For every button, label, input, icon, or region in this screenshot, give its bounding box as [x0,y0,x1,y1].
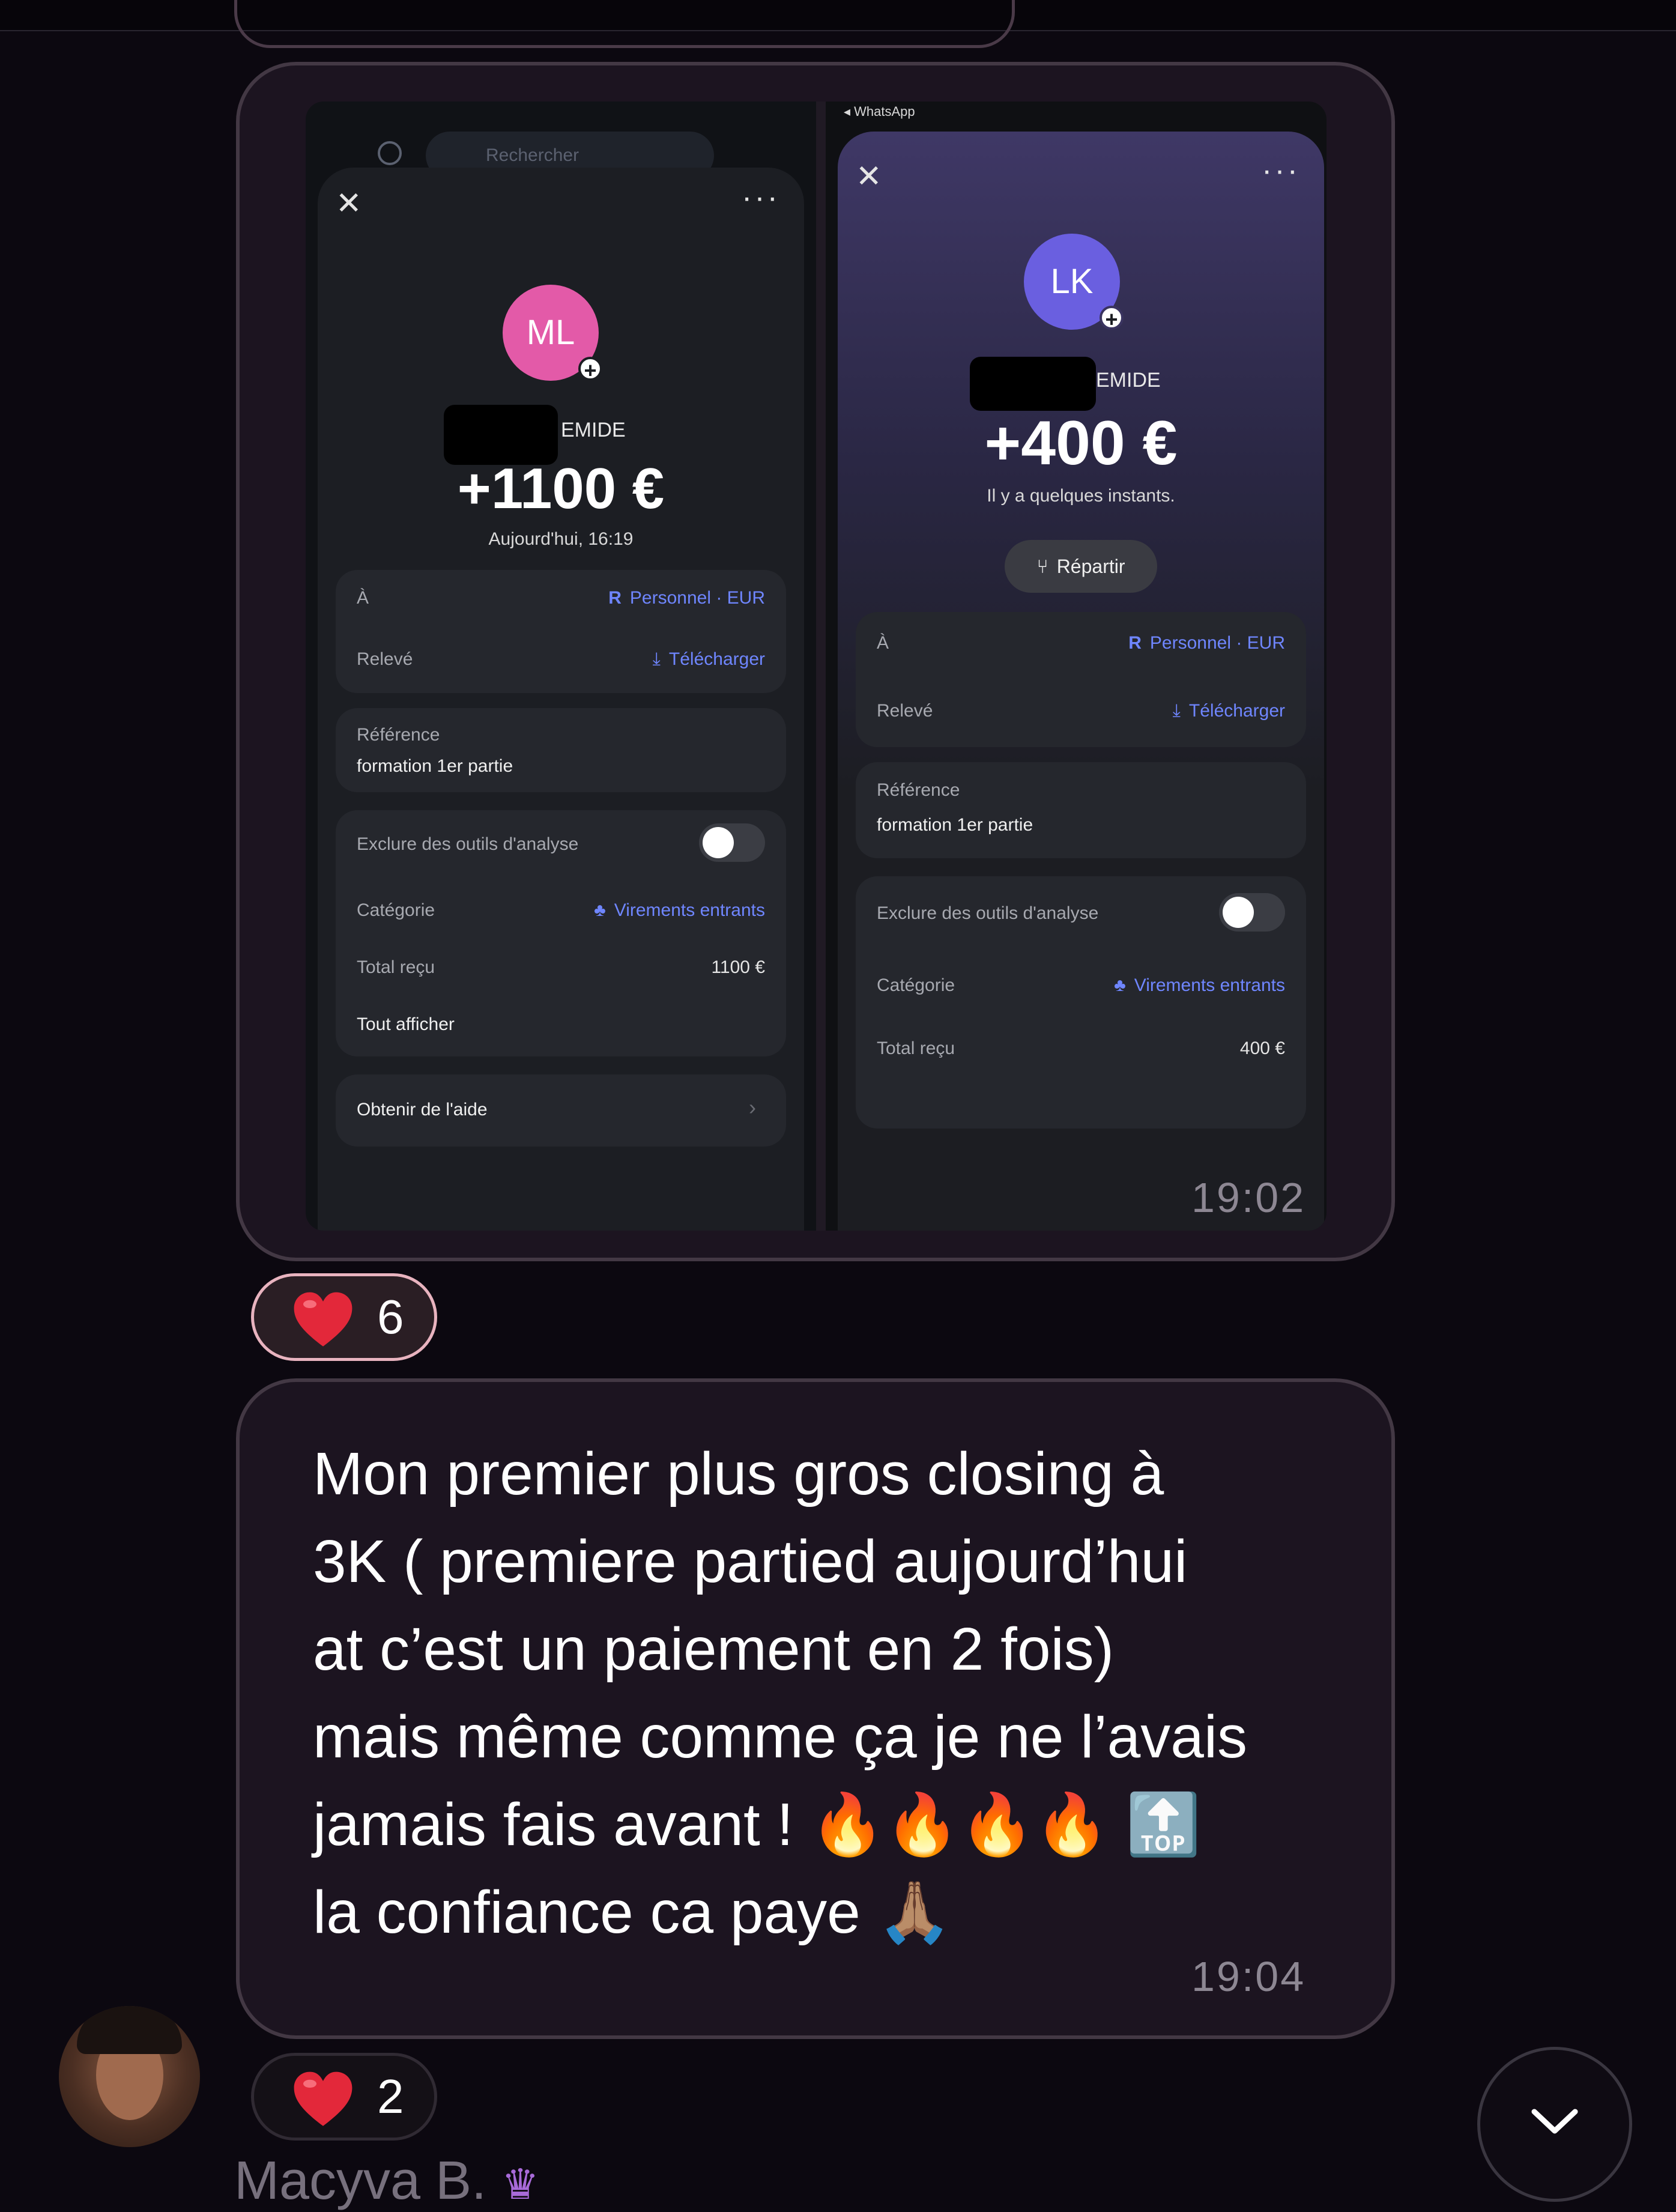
status-bar [306,102,816,123]
close-icon: ✕ [856,159,882,194]
avatar-initials: LK [1050,262,1094,301]
close-icon: ✕ [336,186,362,221]
transaction-sheet: ✕ ··· ML + EMIDE +1100 € Aujourd'hui, 16… [318,168,804,1231]
help-label: Obtenir de l'aide [357,1100,488,1120]
download-icon: ⤓ [652,649,661,669]
status-app: ◂ WhatsApp [844,104,915,119]
reference-value: formation 1er partie [357,756,513,776]
category-label: Catégorie [357,900,435,920]
next-sender-name: Macyva B. ♛ [234,2151,539,2211]
download-link: ⤓ Télécharger [652,649,765,669]
total-value: 1100 € [711,957,765,977]
reference-card: Référence formation 1er partie [856,762,1306,858]
category-icon: ♣ [594,900,606,920]
reference-label: Référence [357,725,440,745]
avatar: ML + [503,285,602,382]
heart-icon [294,2071,352,2126]
to-label: À [357,588,369,608]
message-time: 19:02 [1191,1174,1306,1221]
category-label: Catégorie [877,975,955,995]
add-icon: + [578,357,602,382]
exclude-label: Exclure des outils d'analyse [357,834,579,854]
category-value: ♣ Virements entrants [594,900,765,920]
total-label: Total reçu [357,957,435,977]
exclude-label: Exclure des outils d'analyse [877,903,1099,923]
text-message-bubble[interactable]: Mon premier plus gros closing à 3K ( pre… [236,1378,1395,2039]
avatar-hair [77,2006,182,2054]
amount: +400 € [984,408,1178,478]
statement-label: Relevé [877,701,933,721]
statement-label: Relevé [357,649,413,669]
search-placeholder: Rechercher [486,145,579,165]
split-button: ⑂ Répartir [1005,540,1157,593]
transaction-date: Il y a quelques instants. [987,486,1175,506]
avatar-initials: ML [526,313,575,352]
avatar[interactable] [59,2006,200,2147]
amount: +1100 € [457,456,665,521]
screenshot-right: ◂ WhatsApp ✕ ··· LK + EMIDE +400 € Il y … [826,102,1327,1231]
reaction-heart[interactable]: 6 [251,1273,437,1361]
add-icon: + [1100,306,1124,331]
avatar: LK + [1024,234,1124,331]
total-label: Total reçu [877,1038,955,1058]
account-card: À R Personnel · EUR Relevé ⤓ Télécharger [336,570,786,693]
show-all: Tout afficher [357,1014,455,1034]
reference-label: Référence [877,780,960,800]
screenshot-left: Rechercher ✕ ··· ML + EMIDE +1100 € Aujo… [306,102,816,1231]
help-card: Obtenir de l'aide › [336,1074,786,1147]
download-icon: ⤓ [1172,701,1181,721]
chevron-right-icon: › [749,1095,756,1120]
details-card: Exclure des outils d'analyse Catégorie ♣… [856,876,1306,1129]
redacted-name [970,357,1096,411]
exclude-toggle [699,823,765,862]
split-icon: ⑂ [1036,556,1048,577]
sender-name: EMIDE [1096,369,1161,392]
transaction-date: Aujourd'hui, 16:19 [488,529,634,549]
message-time: 19:04 [1191,1953,1306,2000]
transaction-sheet: ✕ ··· LK + EMIDE +400 € Il y a quelques … [838,132,1324,1231]
scroll-to-bottom-button[interactable] [1477,2047,1632,2202]
details-card: Exclure des outils d'analyse Catégorie ♣… [336,810,786,1056]
category-value: ♣ Virements entrants [1114,975,1285,995]
reference-value: formation 1er partie [877,815,1033,835]
reaction-count: 2 [377,2070,404,2123]
account-card: À R Personnel · EUR Relevé ⤓ Télécharger [856,612,1306,747]
to-value: R Personnel · EUR [608,588,765,608]
to-label: À [877,633,889,653]
chevron-down-icon [1531,2109,1578,2134]
sender-name: EMIDE [561,419,626,441]
reaction-count: 6 [377,1290,404,1344]
status-bar: ◂ WhatsApp [826,102,1327,123]
to-value: R Personnel · EUR [1128,633,1285,653]
crown-icon: ♛ [501,2161,539,2208]
category-icon: ♣ [1114,975,1126,995]
more-icon: ··· [742,180,780,215]
reaction-heart[interactable]: 2 [251,2053,437,2141]
download-link: ⤓ Télécharger [1172,701,1285,721]
heart-icon [294,1292,352,1347]
exclude-toggle [1219,893,1285,932]
reference-card: Référence formation 1er partie [336,708,786,792]
image-message-bubble[interactable]: Rechercher ✕ ··· ML + EMIDE +1100 € Aujo… [236,62,1395,1261]
previous-message-bubble [234,0,1015,48]
attached-image[interactable]: Rechercher ✕ ··· ML + EMIDE +1100 € Aujo… [306,102,1327,1231]
message-text: Mon premier plus gros closing à 3K ( pre… [313,1440,1248,1946]
more-icon: ··· [1262,153,1300,188]
total-value: 400 € [1239,1038,1285,1058]
search-icon [378,141,402,165]
